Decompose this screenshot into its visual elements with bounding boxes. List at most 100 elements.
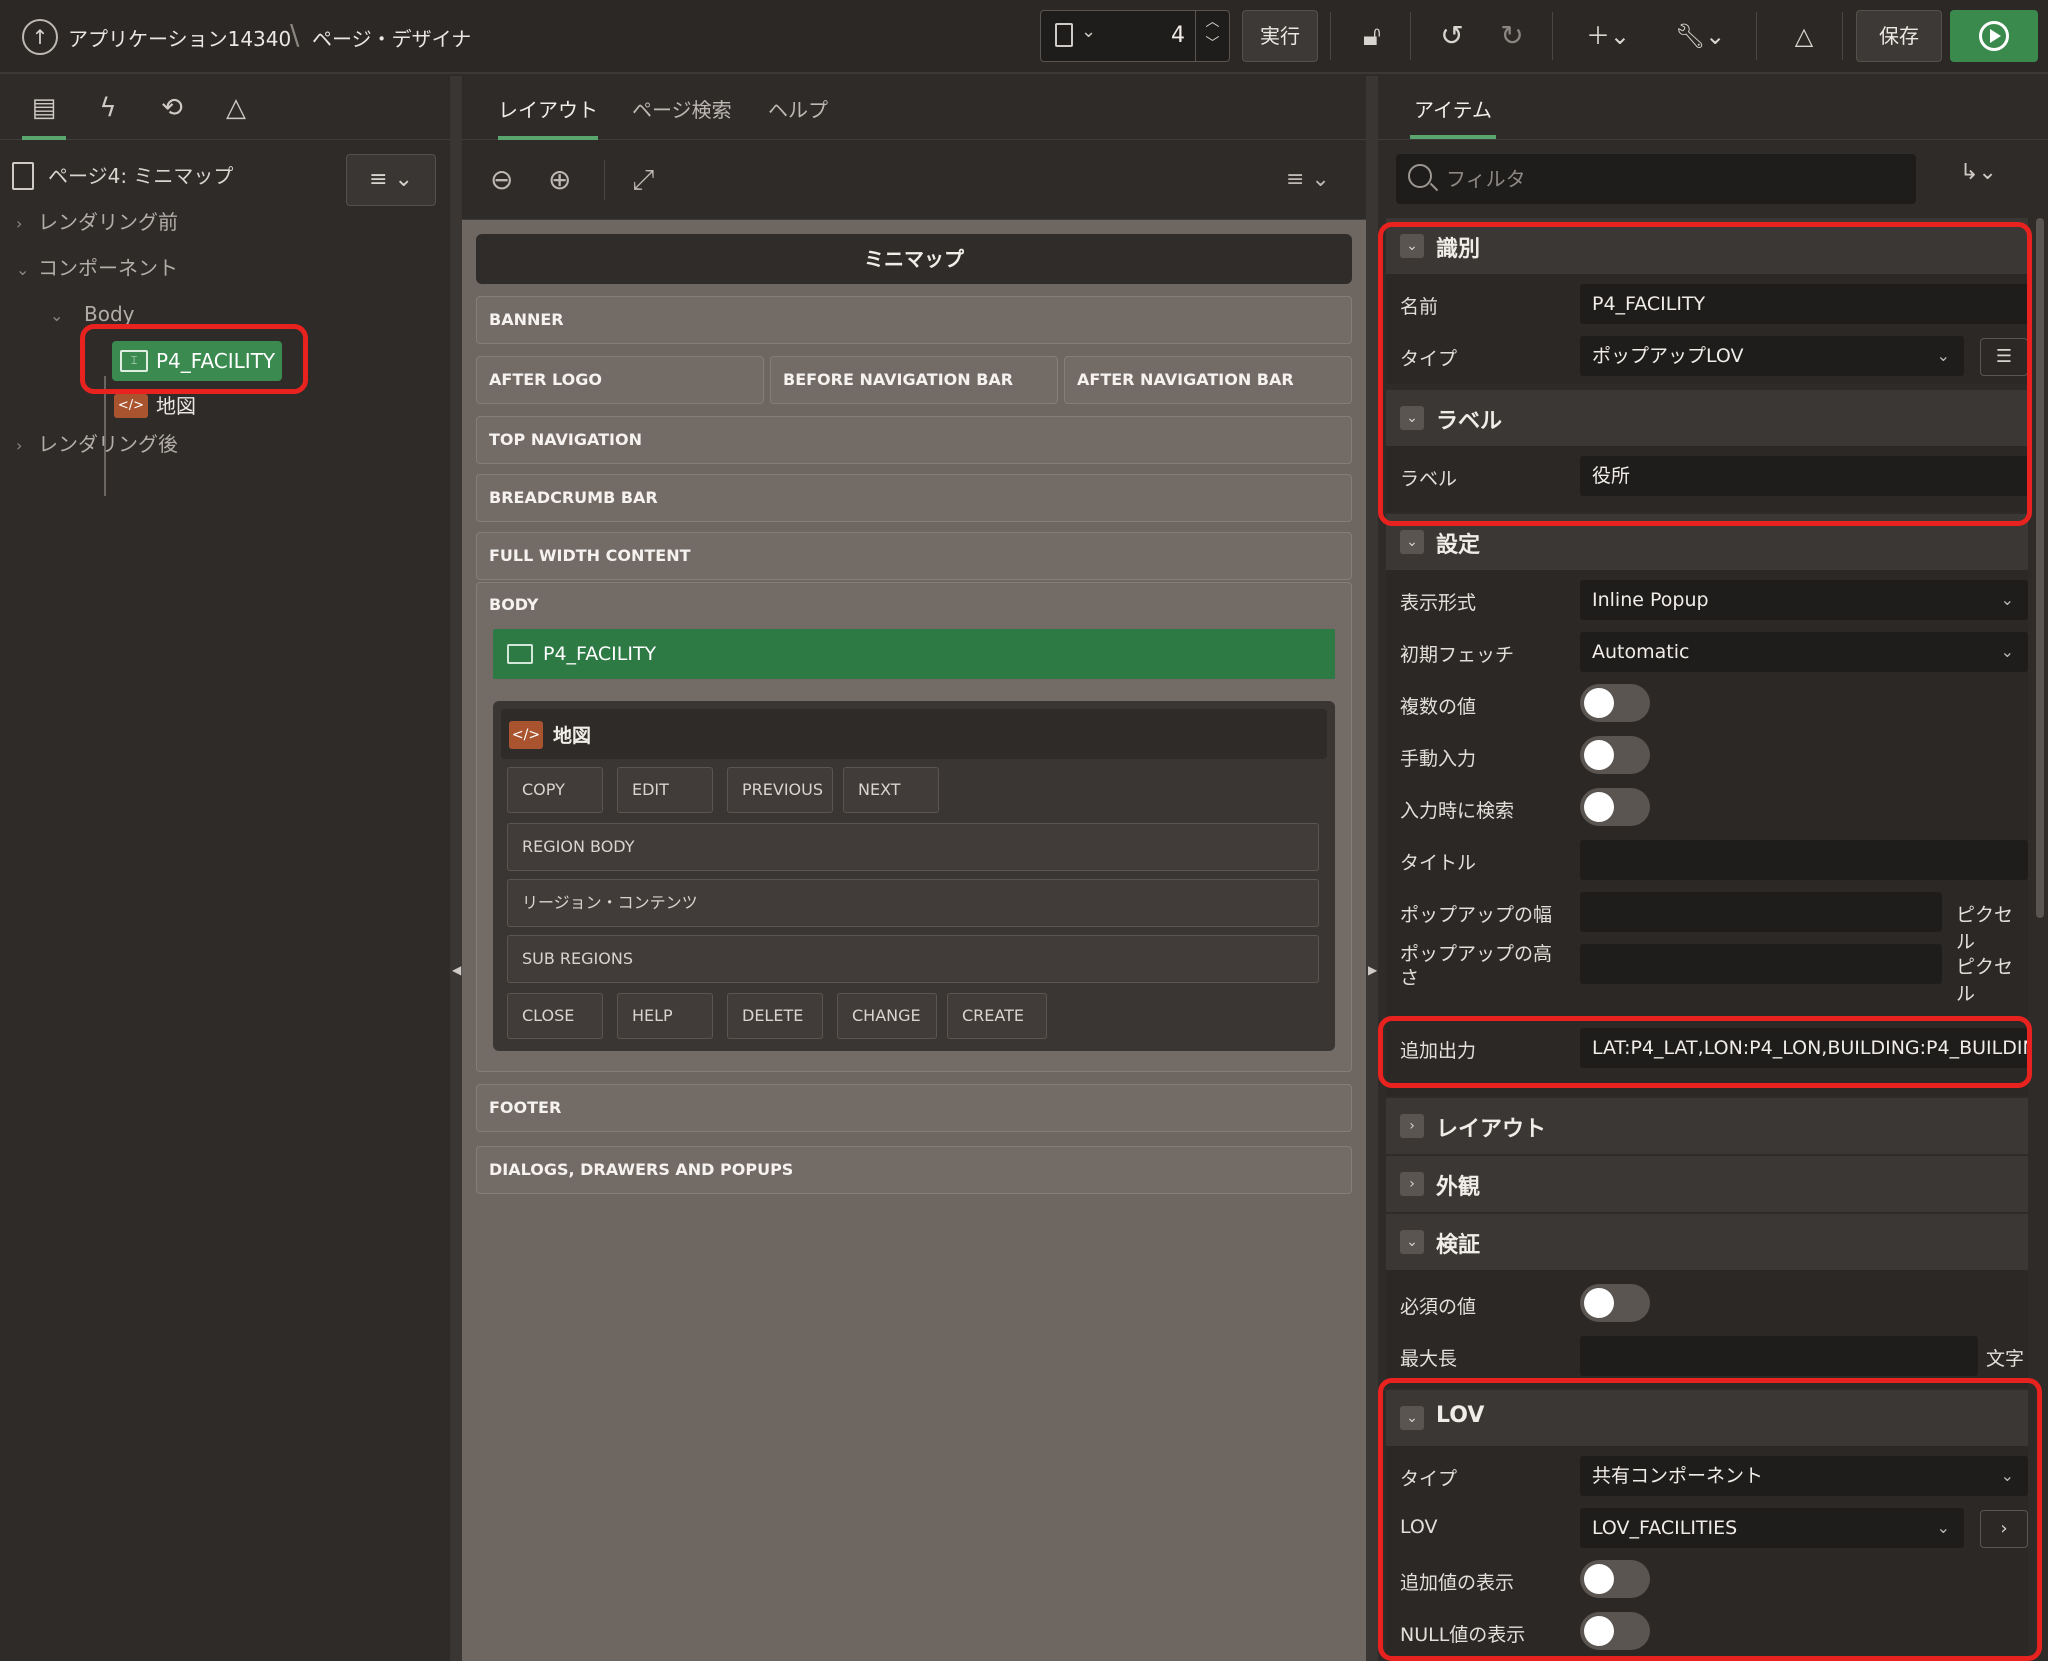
run-button[interactable]: [1950, 10, 2038, 62]
undo-icon[interactable]: ↺: [1430, 16, 1474, 56]
region-map[interactable]: </> 地図 COPY EDIT PREVIOUS NEXT REGION BO…: [493, 701, 1335, 1051]
region-button-create[interactable]: CREATE: [947, 993, 1047, 1039]
tree-node-after-rendering[interactable]: › レンダリング後: [16, 426, 178, 462]
slot-full-width-content[interactable]: FULL WIDTH CONTENT: [476, 532, 1352, 580]
wrench-icon[interactable]: 🔧︎⌄: [1672, 16, 1728, 56]
slot-after-navigation-bar[interactable]: AFTER NAVIGATION BAR: [1064, 356, 1352, 404]
tree-node-before-rendering[interactable]: › レンダリング前: [16, 204, 178, 240]
display-as-select[interactable]: Inline Popup ⌄: [1580, 580, 2028, 620]
filter-input[interactable]: [1446, 162, 1906, 196]
group-layout-header[interactable]: › レイアウト: [1386, 1098, 2028, 1154]
save-button[interactable]: 保存: [1856, 10, 1942, 62]
tab-layout[interactable]: レイアウト: [498, 94, 598, 140]
scrollbar[interactable]: [2036, 218, 2044, 918]
layout-toolbar: ⊖ ⊕ ⤢ ≡ ⌄: [462, 140, 1366, 220]
region-body-slot[interactable]: REGION BODY: [507, 823, 1319, 871]
page-number-stepper[interactable]: ︿ ﹀: [1195, 11, 1229, 61]
goto-icon[interactable]: ↳⌄: [1960, 160, 1997, 185]
shared-components-tab-icon[interactable]: △: [214, 86, 258, 130]
tab-page-search[interactable]: ページ検索: [632, 94, 732, 124]
right-splitter[interactable]: ▶: [1366, 76, 1378, 1661]
region-button-edit[interactable]: EDIT: [617, 767, 713, 813]
tree-menu-button[interactable]: ≡ ⌄: [346, 154, 436, 206]
region-content-slot[interactable]: リージョン・コンテンツ: [507, 879, 1319, 927]
popup-width-field[interactable]: [1580, 892, 1942, 932]
shared-components-icon[interactable]: △: [1782, 16, 1826, 56]
region-button-delete[interactable]: DELETE: [727, 993, 823, 1039]
tree-node-label: コンポーネント: [38, 256, 178, 280]
code-icon: </>: [509, 721, 543, 749]
collapse-left-icon[interactable]: ◀: [452, 963, 461, 977]
center-tab-bar: レイアウト ページ検索 ヘルプ: [462, 76, 1366, 140]
highlight-box: [80, 324, 308, 394]
popup-height-field[interactable]: [1580, 944, 1942, 984]
initial-fetch-select[interactable]: Automatic ⌄: [1580, 632, 2028, 672]
region-button-help[interactable]: HELP: [617, 993, 713, 1039]
slot-top-navigation[interactable]: TOP NAVIGATION: [476, 416, 1352, 464]
region-button-next[interactable]: NEXT: [843, 767, 939, 813]
tree-node-label: レンダリング前: [38, 210, 178, 234]
processing-tab-icon[interactable]: ⟲: [150, 86, 194, 130]
chevron-right-icon[interactable]: ›: [16, 206, 38, 242]
group-validation-header[interactable]: ⌄ 検証: [1386, 1214, 2028, 1270]
left-splitter[interactable]: ◀: [450, 76, 462, 1661]
slot-footer[interactable]: FOOTER: [476, 1084, 1352, 1132]
region-button-close[interactable]: CLOSE: [507, 993, 603, 1039]
group-title: レイアウト: [1436, 1117, 1547, 1142]
rendering-tab-icon[interactable]: ▤: [22, 86, 66, 140]
region-header[interactable]: </> 地図: [501, 709, 1327, 759]
title-field[interactable]: [1580, 840, 2028, 880]
toolbar-divider: [1410, 12, 1411, 60]
back-icon[interactable]: ↑: [22, 19, 58, 55]
group-appearance-header[interactable]: › 外観: [1386, 1156, 2028, 1212]
max-length-field[interactable]: [1580, 1336, 1978, 1376]
tree-node-page[interactable]: ページ4: ミニマップ: [48, 158, 233, 194]
chevron-down-icon: ⌄: [2000, 590, 2014, 609]
value-required-toggle[interactable]: [1580, 1284, 1650, 1322]
zoom-in-icon[interactable]: ⊕: [548, 160, 571, 200]
tab-help[interactable]: ヘルプ: [768, 94, 828, 124]
chevron-right-icon[interactable]: ›: [1400, 1172, 1424, 1196]
tree-node-components[interactable]: ⌄ コンポーネント: [16, 250, 178, 286]
left-panel: ▤ ϟ ⟲ △ ≡ ⌄ ページ4: ミニマップ › レンダリング前 ⌄ コンポーネン…: [0, 76, 450, 1661]
plus-icon[interactable]: ＋⌄: [1580, 16, 1636, 56]
lock-icon[interactable]: 🔓︎: [1350, 16, 1394, 56]
dynamic-actions-tab-icon[interactable]: ϟ: [86, 86, 130, 130]
run-page-button[interactable]: 実行: [1242, 10, 1318, 62]
filter-box[interactable]: [1396, 154, 1916, 204]
application-title[interactable]: アプリケーション14340: [68, 23, 291, 52]
page-selector[interactable]: ⌄ 4 ︿ ﹀: [1040, 10, 1230, 62]
search-as-you-type-toggle[interactable]: [1580, 788, 1650, 826]
slot-after-logo[interactable]: AFTER LOGO: [476, 356, 764, 404]
tab-items[interactable]: アイテム: [1410, 94, 1496, 139]
region-button-previous[interactable]: PREVIOUS: [727, 767, 833, 813]
expand-icon[interactable]: ⤢: [632, 160, 654, 200]
chevron-right-icon[interactable]: ›: [1400, 1114, 1424, 1138]
toolbar-divider: [1756, 12, 1757, 60]
slot-banner[interactable]: BANNER: [476, 296, 1352, 344]
property-editor: アイテム ↳⌄ ⌄ 識別 名前 P4_FACILITY タイプ ポップアップLO…: [1378, 76, 2048, 1661]
menu-icon[interactable]: ≡ ⌄: [1286, 160, 1330, 200]
chevron-down-icon[interactable]: ⌄: [50, 298, 72, 334]
chevron-down-icon: ⌄: [2000, 642, 2014, 661]
manual-entry-toggle[interactable]: [1580, 736, 1650, 774]
chevron-down-icon[interactable]: ⌄: [16, 252, 38, 288]
region-button-copy[interactable]: COPY: [507, 767, 603, 813]
slot-breadcrumb-bar[interactable]: BREADCRUMB BAR: [476, 474, 1352, 522]
redo-icon[interactable]: ↻: [1490, 16, 1534, 56]
slot-body[interactable]: BODY P4_FACILITY </> 地図 COPY EDIT PREVIO…: [476, 582, 1352, 1072]
zoom-out-icon[interactable]: ⊖: [490, 160, 513, 200]
multiple-values-toggle[interactable]: [1580, 684, 1650, 722]
collapse-right-icon[interactable]: ▶: [1368, 963, 1377, 977]
sub-regions-slot[interactable]: SUB REGIONS: [507, 935, 1319, 983]
page-number-input[interactable]: 4: [1171, 23, 1185, 48]
slot-dialogs-drawers-popups[interactable]: DIALOGS, DRAWERS AND POPUPS: [476, 1146, 1352, 1194]
chevron-right-icon[interactable]: ›: [16, 428, 38, 464]
chevron-down-icon[interactable]: ⌄: [1400, 1230, 1424, 1254]
canvas-item-p4-facility[interactable]: P4_FACILITY: [493, 629, 1335, 679]
multiple-values-label: 複数の値: [1400, 696, 1477, 718]
slot-before-navigation-bar[interactable]: BEFORE NAVIGATION BAR: [770, 356, 1058, 404]
chevron-down-icon[interactable]: ⌄: [1400, 530, 1424, 554]
region-button-change[interactable]: CHANGE: [837, 993, 937, 1039]
chevron-down-icon[interactable]: ⌄: [1081, 21, 1096, 42]
